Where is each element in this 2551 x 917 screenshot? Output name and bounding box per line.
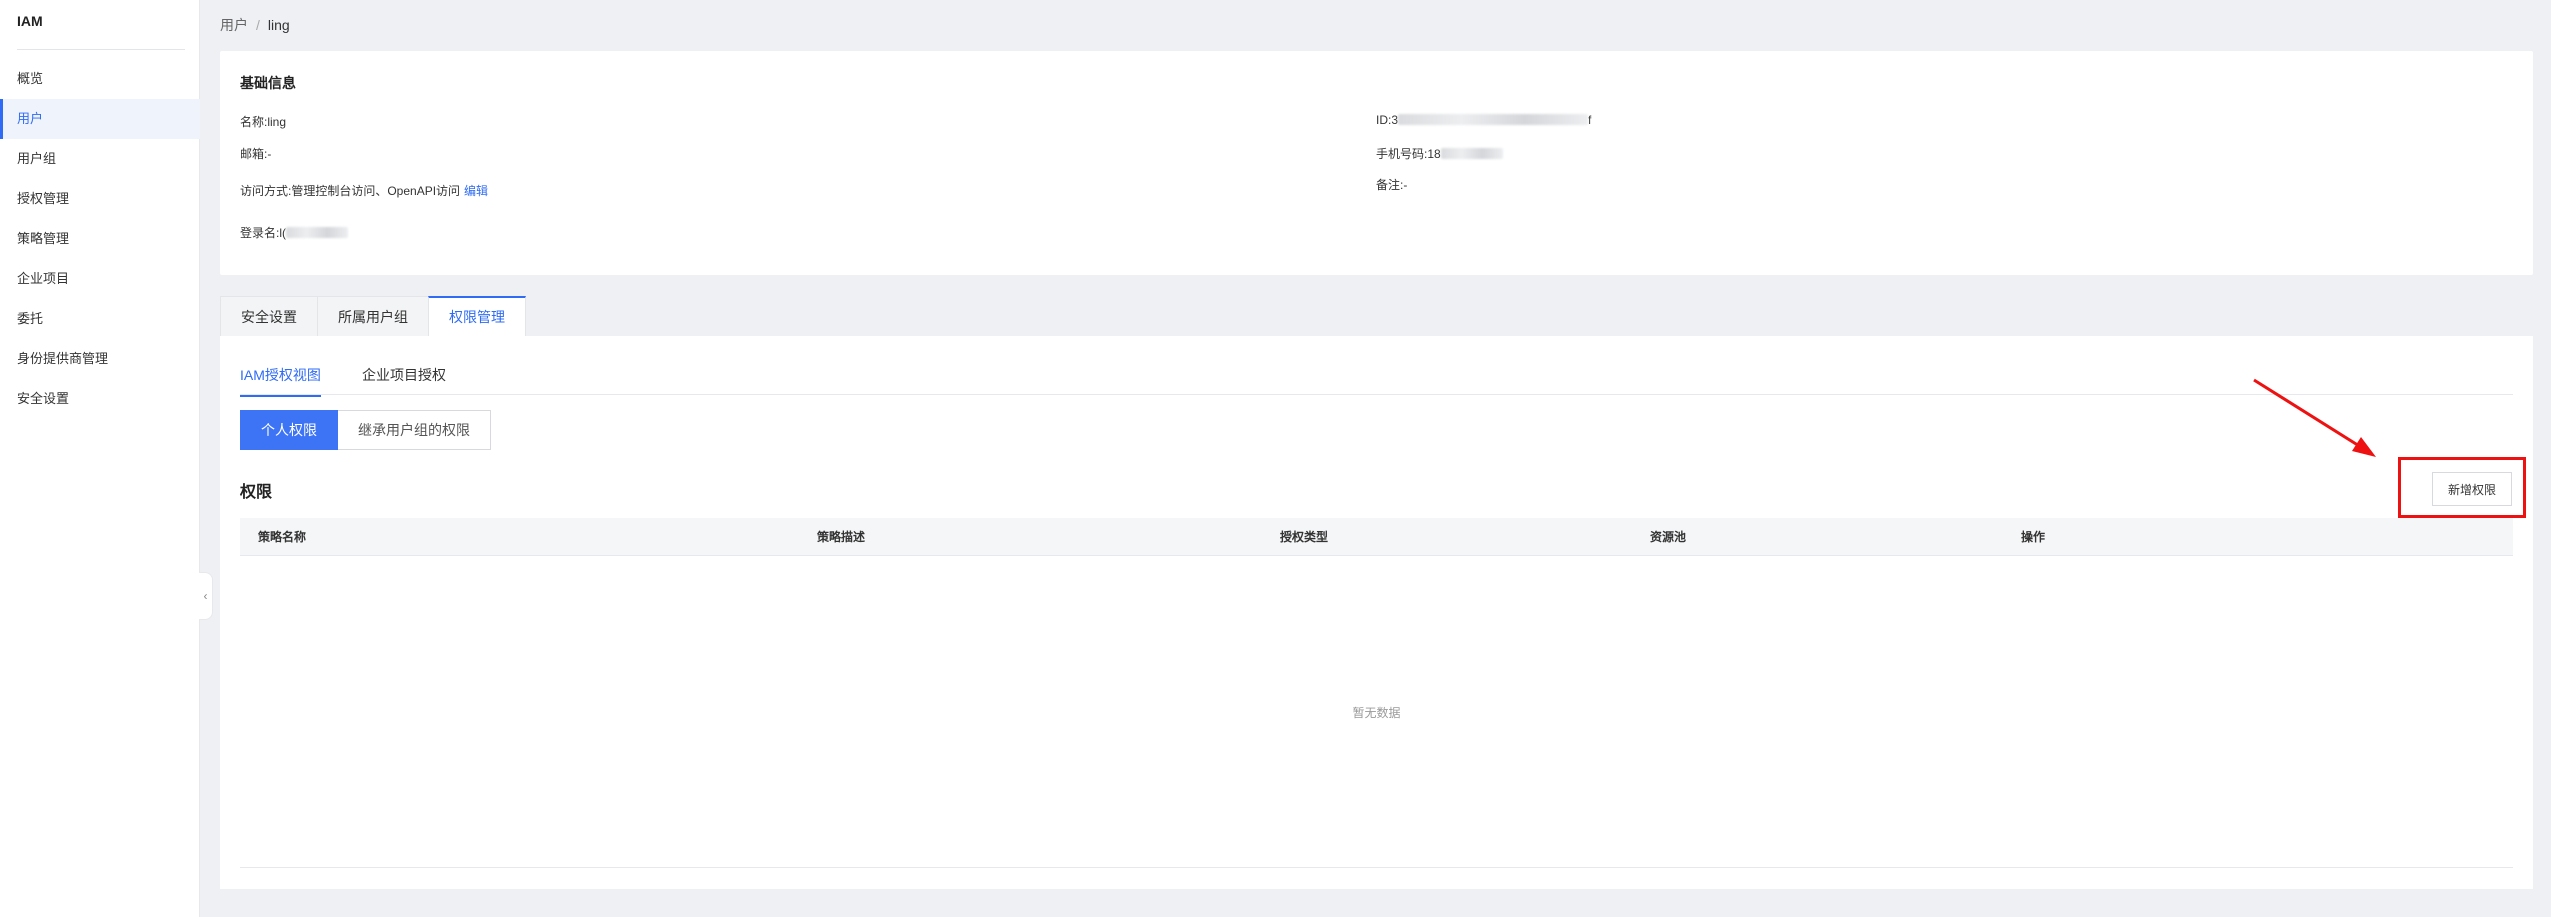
inherited-permissions-button[interactable]: 继承用户组的权限	[338, 410, 491, 450]
column-auth-type: 授权类型	[1280, 530, 1329, 544]
phone-value: 18	[1427, 147, 1441, 161]
phone-field: 手机号码:18	[1376, 145, 1503, 162]
breadcrumb-users-link[interactable]: 用户	[220, 17, 248, 33]
highlight-annotation	[2398, 457, 2526, 518]
id-label: ID:	[1376, 113, 1392, 127]
access-edit-link[interactable]: 编辑	[464, 184, 488, 198]
empty-state: 暂无数据	[1352, 706, 1401, 720]
chevron-left-icon: ‹	[203, 589, 208, 603]
name-value: ling	[267, 115, 287, 129]
divider	[17, 49, 185, 50]
column-resource-pool: 资源池	[1650, 530, 1687, 544]
redacted-login	[286, 227, 349, 238]
tab-user-groups[interactable]: 所属用户组	[317, 296, 429, 336]
access-label: 访问方式:	[240, 184, 292, 198]
sidebar-item-overview[interactable]: 概览	[0, 59, 200, 99]
column-policy-description: 策略描述	[817, 530, 866, 544]
breadcrumb-current: ling	[267, 17, 290, 33]
access-field: 访问方式:管理控制台访问、OpenAPI访问 编辑	[240, 182, 488, 199]
subtab-iam-view[interactable]: IAM授权视图	[240, 365, 321, 397]
permission-panel: IAM授权视图 企业项目授权 个人权限 继承用户组的权限 权限 新增权限 策略名…	[220, 336, 2533, 889]
subtabs: IAM授权视图 企业项目授权	[240, 336, 2513, 397]
subtab-enterprise-project-auth[interactable]: 企业项目授权	[362, 365, 446, 395]
remark-field: 备注:-	[1376, 176, 1407, 193]
id-field: ID:3 f	[1376, 113, 1591, 127]
sidebar-item-user-groups[interactable]: 用户组	[0, 139, 200, 179]
remark-label: 备注:	[1376, 178, 1404, 192]
name-label: 名称:	[240, 115, 268, 129]
column-policy-name: 策略名称	[258, 530, 307, 544]
sidebar-item-enterprise-projects[interactable]: 企业项目	[0, 259, 200, 299]
redacted-id	[1398, 114, 1589, 125]
tab-permission-management[interactable]: 权限管理	[428, 296, 526, 336]
redacted-phone	[1440, 148, 1503, 159]
email-label: 邮箱:	[240, 147, 268, 161]
sidebar-collapse-button[interactable]: ‹	[199, 572, 213, 620]
sidebar-item-policies[interactable]: 策略管理	[0, 219, 200, 259]
sidebar-item-delegation[interactable]: 委托	[0, 299, 200, 339]
table-header: 策略名称 策略描述 授权类型 资源池 操作	[240, 518, 2513, 556]
login-value: l(	[279, 226, 287, 240]
breadcrumb-separator: /	[256, 17, 260, 33]
personal-permissions-button[interactable]: 个人权限	[240, 410, 338, 450]
brand-title: IAM	[17, 13, 43, 29]
email-value: -	[267, 147, 272, 161]
sidebar-item-identity-providers[interactable]: 身份提供商管理	[0, 339, 200, 379]
remark-value: -	[1403, 178, 1408, 192]
email-field: 邮箱:-	[240, 145, 271, 162]
name-field: 名称:ling	[240, 113, 286, 130]
table-bottom-divider	[240, 867, 2513, 868]
detail-tabs: 安全设置 所属用户组 权限管理	[220, 296, 526, 336]
basic-info-title: 基础信息	[240, 75, 296, 91]
permissions-title: 权限	[240, 484, 273, 501]
column-actions: 操作	[2021, 530, 2046, 544]
sidebar-item-authorization[interactable]: 授权管理	[0, 179, 200, 219]
sidebar-item-security-settings[interactable]: 安全设置	[0, 379, 200, 419]
permission-scope-toggle: 个人权限 继承用户组的权限	[240, 410, 491, 450]
basic-info-card: 基础信息 名称:ling 邮箱:- 访问方式:管理控制台访问、OpenAPI访问…	[220, 51, 2533, 275]
breadcrumb: 用户 / ling	[220, 15, 290, 35]
phone-label: 手机号码:	[1376, 147, 1428, 161]
tab-security-settings[interactable]: 安全设置	[220, 296, 318, 336]
sidebar-item-users[interactable]: 用户	[0, 99, 200, 139]
login-field: 登录名:l(	[240, 224, 349, 241]
login-label: 登录名:	[240, 226, 280, 240]
sidebar: IAM 概览 用户 用户组 授权管理 策略管理 企业项目 委托 身份提供商管理 …	[0, 0, 200, 917]
id-prefix: 3	[1391, 113, 1399, 127]
access-value: 管理控制台访问、OpenAPI访问	[291, 184, 461, 198]
id-suffix: f	[1588, 113, 1592, 127]
